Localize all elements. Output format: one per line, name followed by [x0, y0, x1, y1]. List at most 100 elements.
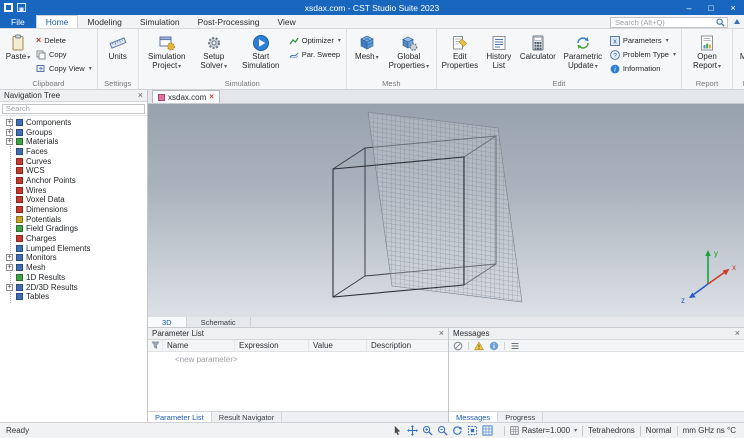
- tree-item[interactable]: + Voxel Data: [0, 195, 147, 205]
- par-sweep-button[interactable]: Par. Sweep: [287, 48, 343, 61]
- delete-button[interactable]: × Delete: [34, 34, 94, 47]
- tree-search-input[interactable]: [2, 103, 145, 114]
- mesh-type-setting[interactable]: Tetrahedrons: [588, 426, 635, 435]
- parameters-button[interactable]: x Parameters ▾: [608, 34, 678, 47]
- tree-item[interactable]: + 2D/3D Results: [0, 282, 147, 292]
- panel-tab[interactable]: Progress: [498, 412, 544, 422]
- parametric-update-button[interactable]: Parametric Update▾: [559, 31, 607, 70]
- menu-tab[interactable]: Modeling: [78, 15, 131, 28]
- units-button[interactable]: Units: [101, 31, 135, 62]
- tree-item[interactable]: + Faces: [0, 147, 147, 157]
- problem-type-button[interactable]: ? Problem Type ▾: [608, 48, 678, 61]
- start-simulation-button[interactable]: Start Simulation: [236, 31, 286, 70]
- close-icon[interactable]: ×: [735, 329, 740, 338]
- expand-plus-icon[interactable]: +: [6, 138, 13, 146]
- tree-item[interactable]: + WCS: [0, 166, 147, 176]
- warning-filter-icon[interactable]: [474, 340, 484, 351]
- tree-item[interactable]: + Lumped Elements: [0, 243, 147, 253]
- optimizer-button[interactable]: Optimizer ▾: [287, 34, 343, 47]
- tree-item[interactable]: + Field Gradings: [0, 224, 147, 234]
- panel-tab[interactable]: Messages: [449, 412, 499, 422]
- info-filter-icon[interactable]: [489, 341, 499, 351]
- view-tabs: 3D Schematic: [148, 317, 744, 328]
- history-list-button[interactable]: History List: [481, 31, 517, 70]
- close-icon[interactable]: ×: [138, 91, 143, 100]
- mesh-button[interactable]: Mesh▾: [350, 31, 384, 62]
- column-header[interactable]: Description: [367, 340, 448, 351]
- tree-item[interactable]: + Wires: [0, 185, 147, 195]
- search-icon[interactable]: [716, 17, 725, 27]
- parameter-list-body[interactable]: <new parameter>: [148, 352, 448, 411]
- tree-item[interactable]: + Mesh: [0, 263, 147, 273]
- collapse-ribbon-icon[interactable]: [734, 19, 740, 24]
- minimize-button[interactable]: –: [678, 0, 700, 15]
- tree-item[interactable]: + Monitors: [0, 253, 147, 263]
- save-icon[interactable]: [17, 3, 26, 12]
- tree-item[interactable]: + Tables: [0, 292, 147, 302]
- tree-item[interactable]: + 1D Results: [0, 273, 147, 283]
- column-header[interactable]: Value: [309, 340, 367, 351]
- file-menu-button[interactable]: File: [0, 15, 36, 28]
- rotate-view-icon[interactable]: [452, 425, 463, 436]
- messages-body[interactable]: [449, 352, 744, 411]
- units-setting[interactable]: mm GHz ns °C: [683, 426, 736, 435]
- open-report-icon: [698, 32, 716, 53]
- pan-icon[interactable]: [406, 425, 418, 436]
- simulation-project-button[interactable]: Simulation Project▾: [142, 31, 192, 70]
- close-button[interactable]: ×: [722, 0, 744, 15]
- tree-item[interactable]: + Dimensions: [0, 205, 147, 215]
- information-button[interactable]: i Information: [608, 62, 678, 75]
- viewport-3d[interactable]: y x z: [148, 104, 744, 317]
- menu-tab[interactable]: Post-Processing: [189, 15, 269, 28]
- tree-item[interactable]: + Potentials: [0, 214, 147, 224]
- setup-solver-button[interactable]: Setup Solver▾: [193, 31, 235, 70]
- copy-view-button[interactable]: Copy View ▾: [34, 62, 94, 75]
- expand-plus-icon[interactable]: +: [6, 128, 13, 136]
- view-mode-setting[interactable]: Normal: [646, 426, 672, 435]
- clear-messages-icon[interactable]: [453, 341, 463, 351]
- close-icon[interactable]: ×: [439, 329, 444, 338]
- expand-plus-icon[interactable]: +: [6, 254, 13, 262]
- copy-button[interactable]: Copy: [34, 48, 94, 61]
- column-header[interactable]: Expression: [235, 340, 309, 351]
- calculator-button[interactable]: Calculator: [518, 31, 558, 62]
- column-header[interactable]: Name: [163, 340, 235, 351]
- menu-tab[interactable]: View: [268, 15, 304, 28]
- status-ready: Ready: [6, 426, 30, 435]
- app-icon[interactable]: [4, 3, 13, 12]
- new-parameter-row[interactable]: <new parameter>: [148, 352, 448, 364]
- tree-item[interactable]: + Charges: [0, 234, 147, 244]
- grid-view-icon[interactable]: [482, 425, 493, 436]
- close-tab-icon[interactable]: ×: [209, 93, 214, 101]
- view-tab[interactable]: 3D: [148, 317, 187, 327]
- open-report-button[interactable]: Open Report▾: [685, 31, 729, 70]
- panel-tab[interactable]: Result Navigator: [212, 412, 283, 422]
- message-list-icon[interactable]: [510, 341, 520, 351]
- search-input[interactable]: [611, 17, 716, 27]
- select-cursor-icon[interactable]: [392, 425, 403, 436]
- filter-funnel-icon[interactable]: [148, 340, 163, 351]
- expand-plus-icon[interactable]: +: [6, 118, 13, 126]
- project-tab[interactable]: xsdax.com ×: [152, 90, 220, 103]
- fit-view-icon[interactable]: [467, 425, 478, 436]
- tree-item[interactable]: + Groups: [0, 127, 147, 137]
- global-properties-button[interactable]: Global Properties▾: [385, 31, 433, 70]
- paste-button[interactable]: Paste▾: [3, 31, 33, 62]
- zoom-out-icon[interactable]: [437, 425, 448, 436]
- maximize-button[interactable]: □: [700, 0, 722, 15]
- edit-properties-button[interactable]: Edit Properties: [440, 31, 480, 70]
- tree-item[interactable]: + Anchor Points: [0, 176, 147, 186]
- menu-tab[interactable]: Home: [35, 15, 79, 28]
- menu-tab[interactable]: Simulation: [131, 15, 189, 28]
- macros-button[interactable]: Macros▾: [736, 31, 744, 62]
- tree-item[interactable]: + Materials: [0, 137, 147, 147]
- tree-item[interactable]: + Curves: [0, 156, 147, 166]
- expand-plus-icon[interactable]: +: [6, 264, 13, 272]
- view-tab[interactable]: Schematic: [187, 317, 251, 327]
- zoom-in-icon[interactable]: [422, 425, 433, 436]
- tree-item[interactable]: + Components: [0, 118, 147, 128]
- mesh-plane-grid: [368, 112, 522, 302]
- panel-tab[interactable]: Parameter List: [148, 412, 212, 422]
- raster-setting[interactable]: Raster=1.000 ▾: [510, 426, 577, 435]
- expand-plus-icon[interactable]: +: [6, 283, 13, 291]
